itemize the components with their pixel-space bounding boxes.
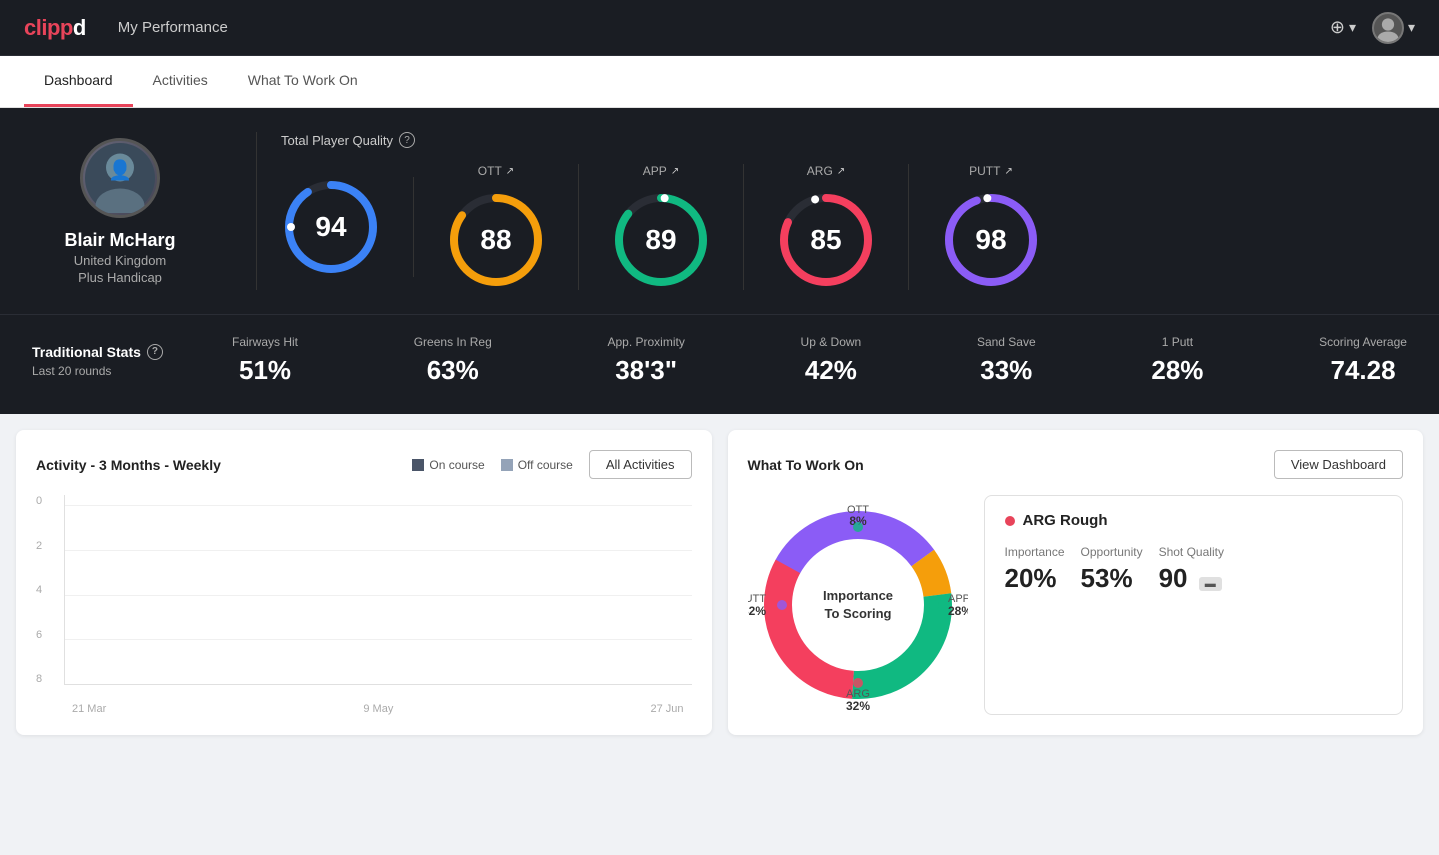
hero-divider (256, 132, 257, 290)
svg-text:32%: 32% (748, 604, 766, 618)
trad-help-icon[interactable]: ? (147, 344, 163, 360)
stat-scoring: Scoring Average 74.28 (1319, 335, 1407, 386)
svg-text:To Scoring: To Scoring (824, 606, 891, 621)
logo: clippd (24, 15, 86, 41)
chart-bars (64, 495, 692, 685)
activity-chart-title: Activity - 3 Months - Weekly (36, 457, 221, 473)
header: clippd My Performance ⊕ ▾ ▾ (0, 0, 1439, 56)
metric-circle-ott: 88 (446, 190, 546, 290)
donut-container: Importance To Scoring OTT 8% APP 28% ARG… (748, 495, 968, 715)
profile-button[interactable]: ▾ (1372, 12, 1415, 44)
header-actions: ⊕ ▾ ▾ (1330, 12, 1415, 44)
legend-oncourse: On course (412, 458, 484, 472)
metric-value-app: 89 (645, 224, 676, 256)
trad-label-sub: Last 20 rounds (32, 364, 232, 378)
metric-circle-app: 89 (611, 190, 711, 290)
activity-panel-header: Activity - 3 Months - Weekly On course O… (36, 450, 692, 479)
traditional-stats: Traditional Stats ? Last 20 rounds Fairw… (0, 314, 1439, 414)
chart-x-labels: 21 Mar 9 May 27 Jun (64, 703, 692, 715)
legend-offcourse-dot (501, 459, 513, 471)
metric-label-ott: OTT ↗ (478, 164, 514, 178)
add-icon: ⊕ (1330, 17, 1345, 38)
hero-section: 👤 Blair McHarg United Kingdom Plus Handi… (0, 108, 1439, 314)
stat-fairways: Fairways Hit 51% (232, 335, 298, 386)
metric-app: APP ↗ 89 (579, 164, 744, 290)
trad-label-title: Traditional Stats ? (32, 344, 232, 360)
tab-dashboard[interactable]: Dashboard (24, 56, 133, 107)
metric-label-arg: ARG ↗ (807, 164, 845, 178)
stat-oneputt: 1 Putt 28% (1151, 335, 1203, 386)
hero-top: 👤 Blair McHarg United Kingdom Plus Handi… (32, 132, 1407, 290)
svg-text:32%: 32% (845, 699, 869, 713)
activity-panel: Activity - 3 Months - Weekly On course O… (16, 430, 712, 735)
info-metric-shotquality: Shot Quality 90 ▬ (1159, 545, 1224, 594)
tab-what-to-work-on[interactable]: What To Work On (228, 56, 378, 107)
tab-activities[interactable]: Activities (133, 56, 228, 107)
wtwo-panel: What To Work On View Dashboard (728, 430, 1424, 735)
profile-chevron: ▾ (1408, 19, 1415, 36)
metric-label-putt: PUTT ↗ (969, 164, 1013, 178)
trad-label: Traditional Stats ? Last 20 rounds (32, 344, 232, 378)
info-metric-importance: Importance 20% (1005, 545, 1065, 594)
legend-offcourse: Off course (501, 458, 573, 472)
arg-trend-icon: ↗ (837, 166, 845, 177)
stat-sandsave: Sand Save 33% (977, 335, 1036, 386)
donut-chart: Importance To Scoring OTT 8% APP 28% ARG… (748, 495, 968, 715)
view-dashboard-button[interactable]: View Dashboard (1274, 450, 1403, 479)
metric-value-putt: 98 (975, 224, 1006, 256)
info-card-title: ARG Rough (1005, 512, 1383, 529)
player-name: Blair McHarg (64, 230, 175, 251)
info-metric-opportunity: Opportunity 53% (1081, 545, 1143, 594)
all-activities-button[interactable]: All Activities (589, 450, 692, 479)
wtwo-panel-header: What To Work On View Dashboard (748, 450, 1404, 479)
svg-text:👤: 👤 (108, 158, 132, 181)
ott-trend-icon: ↗ (506, 166, 514, 177)
wtwo-content: Importance To Scoring OTT 8% APP 28% ARG… (748, 495, 1404, 715)
nav-tabs: Dashboard Activities What To Work On (0, 56, 1439, 108)
chart-labels-y: 8 6 4 2 0 (36, 495, 56, 685)
metric-value-ott: 88 (480, 224, 511, 256)
wtwo-title: What To Work On (748, 457, 864, 473)
stat-proximity: App. Proximity 38'3" (607, 335, 684, 386)
stats-row: Fairways Hit 51% Greens In Reg 63% App. … (232, 335, 1407, 386)
info-dot (1005, 516, 1015, 526)
chart-area: 8 6 4 2 0 21 Mar 9 May 27 Jun (36, 495, 692, 715)
metric-putt: PUTT ↗ 98 (909, 164, 1073, 290)
metric-circle-total: 94 (281, 177, 381, 277)
legend-oncourse-dot (412, 459, 424, 471)
total-quality-help-icon[interactable]: ? (399, 132, 415, 148)
header-title: My Performance (118, 19, 1330, 36)
metric-total: 94 (281, 177, 414, 277)
add-chevron: ▾ (1349, 19, 1356, 36)
shot-quality-badge: ▬ (1199, 577, 1222, 591)
chart-legend: On course Off course (412, 458, 573, 472)
metric-ott: OTT ↗ 88 (414, 164, 579, 290)
info-card: ARG Rough Importance 20% Opportunity 53%… (984, 495, 1404, 715)
player-country: United Kingdom (74, 253, 167, 268)
stat-updown: Up & Down 42% (801, 335, 862, 386)
metric-value-total: 94 (315, 211, 346, 243)
player-handicap: Plus Handicap (78, 270, 162, 285)
player-avatar: 👤 (80, 138, 160, 218)
player-info: 👤 Blair McHarg United Kingdom Plus Handi… (32, 138, 232, 285)
bottom-row: Activity - 3 Months - Weekly On course O… (0, 414, 1439, 751)
stat-greens: Greens In Reg 63% (414, 335, 492, 386)
putt-trend-icon: ↗ (1004, 166, 1012, 177)
metric-value-arg: 85 (810, 224, 841, 256)
metric-circle-arg: 85 (776, 190, 876, 290)
app-trend-icon: ↗ (671, 166, 679, 177)
metric-circle-putt: 98 (941, 190, 1041, 290)
svg-text:28%: 28% (948, 604, 968, 618)
avatar (1372, 12, 1404, 44)
info-metrics: Importance 20% Opportunity 53% Shot Qual… (1005, 545, 1383, 594)
metrics-row: 94 OTT ↗ 88 (281, 164, 1407, 290)
add-button[interactable]: ⊕ ▾ (1330, 17, 1356, 38)
metrics-section: Total Player Quality ? 94 (281, 132, 1407, 290)
metric-label-app: APP ↗ (643, 164, 679, 178)
metric-arg: ARG ↗ 85 (744, 164, 909, 290)
svg-text:Importance: Importance (822, 588, 892, 603)
total-quality-label: Total Player Quality ? (281, 132, 1407, 148)
